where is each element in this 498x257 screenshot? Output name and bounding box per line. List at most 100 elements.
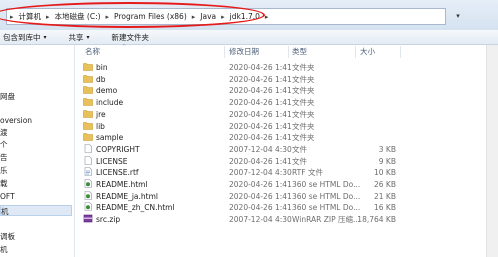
file-type: 文件 — [292, 156, 307, 166]
address-breadcrumb[interactable]: ▸ 计算机 ▸ 本地磁盘 (C:) ▸ Program Files (x86) … — [6, 8, 446, 25]
file-row[interactable]: COPYRIGHT 2007-12-04 4:30 文件 3 KB — [82, 144, 482, 155]
crumb-jdk[interactable]: jdk1.7.0 — [230, 12, 260, 21]
rtf-file-icon — [83, 167, 93, 177]
file-name: bin — [96, 63, 108, 72]
chevron-right-icon[interactable]: ▸ — [265, 13, 269, 21]
nav-item[interactable]: 渡 — [0, 127, 72, 138]
file-type: RTF 文件 — [292, 168, 323, 178]
file-name: COPYRIGHT — [96, 144, 140, 154]
nav-item[interactable]: 告 — [0, 152, 72, 163]
file-date: 2020-04-26 1:41 — [229, 98, 292, 108]
chevron-right-icon[interactable]: ▸ — [221, 13, 225, 21]
navigation-pane: 网盘 oversion 渡 个 告 乐 载 OFT 机 调板 机 — [0, 45, 75, 257]
crumb-program-files[interactable]: Program Files (x86) — [114, 12, 187, 21]
html-file-icon — [83, 179, 93, 188]
file-size: 9 KB — [378, 156, 396, 166]
file-size: 21 KB — [374, 191, 396, 201]
file-date: 2007-12-04 4:30 — [229, 144, 292, 154]
file-date: 2007-12-04 4:30 — [229, 168, 292, 178]
file-icon — [83, 144, 93, 153]
file-row[interactable]: bin 2020-04-26 1:41 文件夹 — [82, 62, 482, 73]
file-date: 2020-04-26 1:41 — [229, 63, 292, 72]
column-header-date[interactable]: 修改日期 — [229, 46, 259, 58]
column-header-name[interactable]: 名称 — [85, 46, 100, 58]
column-divider[interactable] — [400, 46, 401, 58]
file-type: 文件夹 — [292, 121, 315, 131]
chevron-down-icon: ▾ — [43, 33, 47, 41]
file-name: demo — [96, 86, 118, 96]
html-file-icon — [83, 190, 93, 200]
nav-item[interactable]: oversion — [0, 115, 72, 126]
column-divider[interactable] — [224, 46, 225, 58]
file-type: 文件夹 — [292, 98, 315, 108]
share-button[interactable]: 共享 ▾ — [69, 32, 90, 43]
file-row[interactable]: db 2020-04-26 1:41 文件夹 — [82, 74, 482, 85]
nav-item[interactable]: 调板 — [0, 231, 72, 242]
file-row[interactable]: LICENSE.rtf 2007-12-04 4:30 RTF 文件 10 KB — [82, 167, 482, 178]
file-name: jre — [96, 109, 106, 119]
file-row[interactable]: lib 2020-04-26 1:41 文件夹 — [82, 121, 482, 132]
file-size: 10 KB — [374, 168, 396, 178]
nav-item-selected[interactable]: 机 — [0, 205, 72, 216]
folder-icon — [83, 74, 93, 83]
folder-icon — [83, 121, 93, 130]
chevron-right-icon[interactable]: ▸ — [106, 13, 110, 21]
file-row[interactable]: sample 2020-04-26 1:41 文件夹 — [82, 132, 482, 143]
crumb-drive-c[interactable]: 本地磁盘 (C:) — [55, 11, 101, 22]
file-date: 2020-04-26 1:41 — [229, 133, 292, 143]
file-icon — [83, 155, 93, 165]
nav-item[interactable]: 网盘 — [0, 91, 72, 102]
crumb-java[interactable]: Java — [200, 12, 216, 21]
file-row[interactable]: src.zip 2007-12-04 4:30 WinRAR ZIP 压缩... 18… — [82, 214, 482, 225]
file-row[interactable]: LICENSE 2020-04-26 1:41 文件 9 KB — [82, 155, 482, 167]
include-in-library-button[interactable]: 包含到库中 ▾ — [3, 32, 47, 43]
file-name: db — [96, 74, 106, 84]
file-date: 2020-04-26 1:41 — [229, 109, 292, 119]
crumb-computer[interactable]: 计算机 — [19, 11, 42, 22]
file-row[interactable]: README_ja.html 2020-04-26 1:41 360 se HTML… — [82, 190, 482, 202]
folder-icon — [83, 62, 93, 71]
file-name: README_zh_CN.html — [96, 203, 175, 213]
file-type: 文件夹 — [292, 74, 315, 84]
file-size: 26 KB — [374, 180, 396, 189]
file-name: README_ja.html — [96, 191, 158, 201]
nav-item[interactable]: OFT — [0, 191, 72, 202]
file-row[interactable]: jre 2020-04-26 1:41 文件夹 — [82, 109, 482, 120]
folder-icon — [83, 97, 93, 106]
chevron-right-icon[interactable]: ▸ — [192, 13, 196, 21]
file-name: LICENSE — [96, 156, 128, 166]
chevron-down-icon: ▾ — [86, 33, 90, 41]
file-date: 2020-04-26 1:41 — [229, 74, 292, 84]
file-type: 文件夹 — [292, 133, 315, 143]
file-name: LICENSE.rtf — [96, 168, 139, 178]
column-divider[interactable] — [288, 46, 289, 58]
nav-item[interactable]: 载 — [0, 178, 72, 189]
address-dropdown-icon[interactable]: ▾ — [452, 8, 464, 25]
file-type: 文件夹 — [292, 86, 315, 96]
folder-icon — [83, 109, 93, 118]
new-folder-label: 新建文件夹 — [111, 32, 150, 42]
column-divider[interactable] — [355, 46, 356, 58]
file-type: 文件夹 — [292, 63, 315, 72]
file-name: src.zip — [96, 215, 121, 225]
file-size: 16 KB — [374, 203, 396, 213]
chevron-right-icon[interactable]: ▸ — [46, 13, 50, 21]
file-row[interactable]: README.html 2020-04-26 1:41 360 se HTML Do… — [82, 179, 482, 190]
nav-item[interactable]: 乐 — [0, 165, 72, 176]
nav-item[interactable]: 个 — [0, 139, 72, 150]
address-bar: ▸ 计算机 ▸ 本地磁盘 (C:) ▸ Program Files (x86) … — [0, 0, 498, 30]
folder-icon — [83, 132, 93, 141]
share-label: 共享 — [68, 32, 84, 42]
file-row[interactable]: demo 2020-04-26 1:41 文件夹 — [82, 85, 482, 96]
file-row[interactable]: README_zh_CN.html 2020-04-26 1:41 360 se H… — [82, 202, 482, 213]
vertical-scrollbar[interactable] — [486, 45, 498, 257]
file-row[interactable]: include 2020-04-26 1:41 文件夹 — [82, 97, 482, 108]
column-header-type[interactable]: 类型 — [292, 46, 307, 58]
new-folder-button[interactable]: 新建文件夹 — [112, 32, 150, 43]
column-header-size[interactable]: 大小 — [360, 46, 375, 58]
nav-item[interactable]: 机 — [0, 244, 72, 255]
zip-file-icon — [83, 214, 93, 223]
file-type: 文件夹 — [292, 109, 315, 119]
back-arrow-icon[interactable]: ▸ — [10, 13, 14, 21]
folder-icon — [83, 85, 93, 95]
